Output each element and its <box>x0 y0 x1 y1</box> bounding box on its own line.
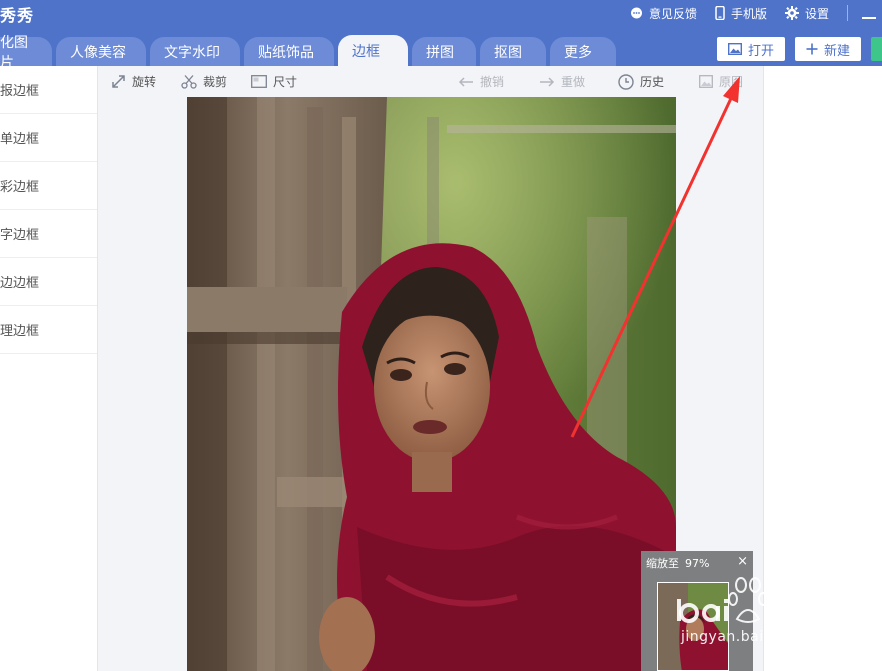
chat-bubble-icon <box>630 7 642 18</box>
tab-border[interactable]: 边框 <box>338 35 408 66</box>
original-button[interactable]: 原图 <box>699 66 743 97</box>
edit-toolbar: 旋转 裁剪 尺寸 撤销 重做 历史 原图 <box>99 66 763 97</box>
redo-button[interactable]: 重做 <box>539 66 585 97</box>
sidebar-item-poster[interactable]: 报边框 <box>0 66 97 114</box>
tab-collage[interactable]: 拼图 <box>412 37 476 66</box>
main-tabs: 化图片 人像美容 文字水印 贴纸饰品 边框 拼图 抠图 更多 <box>0 35 620 71</box>
history-button[interactable]: 历史 <box>618 66 664 97</box>
tab-more[interactable]: 更多 <box>550 37 616 66</box>
tab-text[interactable]: 文字水印 <box>150 37 240 66</box>
new-label: 新建 <box>823 43 850 59</box>
zoom-navigator: 缩放至 97% × <box>641 551 753 671</box>
sidebar-item-colorful[interactable]: 彩边框 <box>0 162 97 210</box>
new-button[interactable]: 新建 <box>794 37 861 61</box>
rotate-button[interactable]: 旋转 <box>111 66 156 97</box>
edited-photo[interactable] <box>187 97 676 671</box>
arrow-left-icon <box>458 76 473 87</box>
undo-button[interactable]: 撤销 <box>458 66 504 97</box>
arrow-right-icon <box>540 76 555 87</box>
title-bar: 秀秀 意见反馈 手机版 设置 <box>0 0 882 26</box>
tab-beautify[interactable]: 化图片 <box>0 35 52 71</box>
resize-icon <box>251 75 267 88</box>
crop-label: 裁剪 <box>203 75 228 89</box>
feedback-link[interactable]: 意见反馈 <box>630 5 697 22</box>
mobile-label: 手机版 <box>730 6 767 21</box>
thumbnail-image <box>658 583 728 670</box>
plus-icon <box>806 43 818 55</box>
original-label: 原图 <box>719 75 744 89</box>
tab-cutout[interactable]: 抠图 <box>480 37 546 66</box>
settings-label: 设置 <box>804 6 829 21</box>
title-links: 意见反馈 手机版 设置 <box>630 0 882 26</box>
sidebar-item-text[interactable]: 字边框 <box>0 210 97 258</box>
feedback-label: 意见反馈 <box>648 6 697 21</box>
rotate-label: 旋转 <box>132 75 157 89</box>
crop-button[interactable]: 裁剪 <box>181 66 227 97</box>
tab-sticker[interactable]: 贴纸饰品 <box>244 37 334 66</box>
zoom-label: 缩放至 <box>646 557 679 570</box>
gear-icon <box>784 6 799 20</box>
undo-label: 撤销 <box>480 75 505 89</box>
clock-icon <box>618 73 634 90</box>
zoom-value: 97% <box>685 556 710 570</box>
open-label: 打开 <box>747 43 774 59</box>
sidebar-item-texture[interactable]: 理边框 <box>0 306 97 354</box>
border-category-sidebar: 报边框 单边框 彩边框 字边框 边边框 理边框 <box>0 66 98 671</box>
history-label: 历史 <box>640 75 665 89</box>
rotate-icon <box>112 75 125 88</box>
size-button[interactable]: 尺寸 <box>251 66 297 97</box>
mobile-link[interactable]: 手机版 <box>715 5 767 22</box>
open-button[interactable]: 打开 <box>716 37 785 61</box>
right-panel <box>763 66 882 671</box>
save-button-partial[interactable] <box>871 37 882 61</box>
scissors-icon <box>181 74 197 89</box>
picture-icon <box>699 75 713 88</box>
redo-label: 重做 <box>561 75 586 89</box>
app-title: 秀秀 <box>0 6 35 25</box>
settings-link[interactable]: 设置 <box>784 5 829 22</box>
tab-bar: 化图片 人像美容 文字水印 贴纸饰品 边框 拼图 抠图 更多 打开 新建 <box>0 26 882 71</box>
sidebar-item-edge[interactable]: 边边框 <box>0 258 97 306</box>
sidebar-item-simple[interactable]: 单边框 <box>0 114 97 162</box>
tab-portrait[interactable]: 人像美容 <box>56 37 146 66</box>
portrait-photo-image <box>187 97 676 671</box>
title-separator <box>847 5 848 21</box>
zoom-thumbnail[interactable] <box>657 582 729 671</box>
minimize-button[interactable] <box>862 17 876 19</box>
phone-icon <box>715 6 725 20</box>
image-icon <box>727 43 742 55</box>
tab-actions: 打开 新建 <box>716 37 882 61</box>
close-icon[interactable]: × <box>737 554 748 569</box>
size-label: 尺寸 <box>273 75 298 89</box>
